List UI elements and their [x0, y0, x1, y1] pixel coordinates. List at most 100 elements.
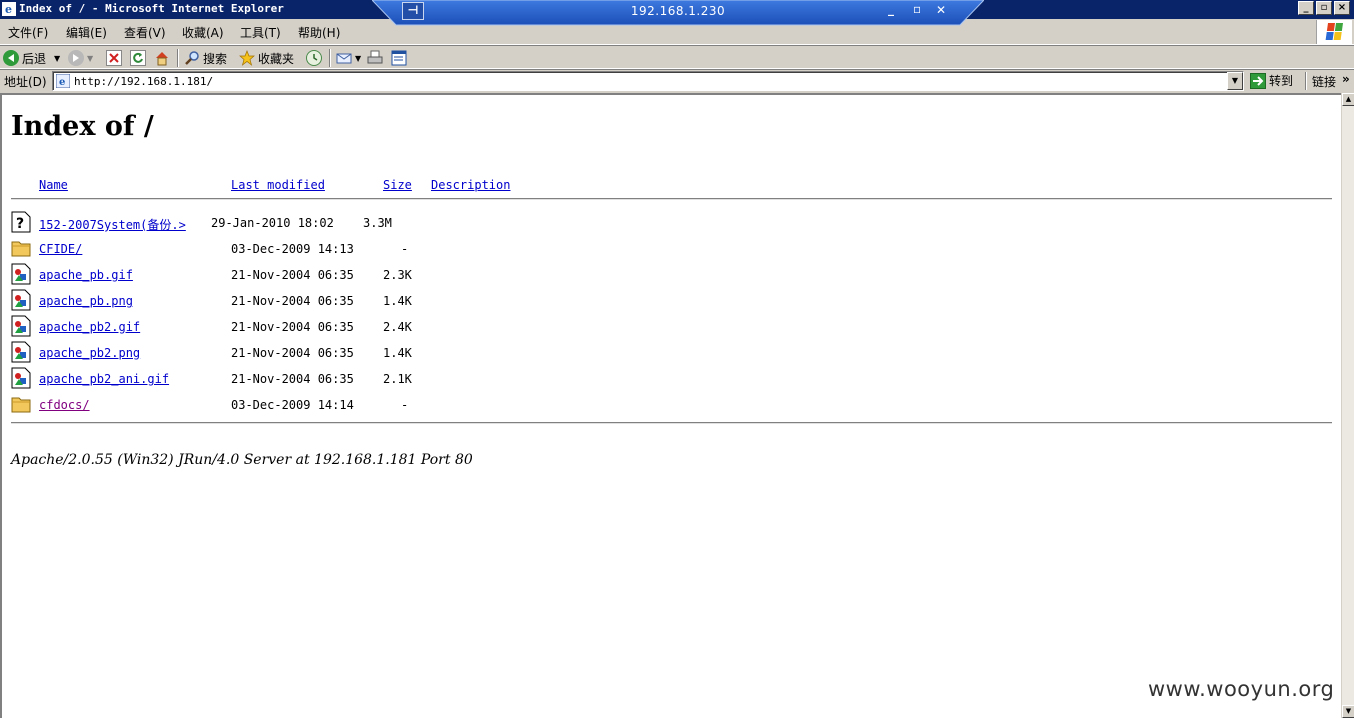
back-label: 后退 — [22, 51, 47, 66]
page-content: Index of / Name Last modified Size Descr… — [0, 93, 1341, 718]
file-link[interactable]: apache_pb.gif — [39, 268, 133, 282]
edit-button[interactable] — [391, 48, 410, 68]
mail-icon — [336, 50, 352, 66]
back-dropdown-icon[interactable]: ▼ — [54, 54, 60, 63]
rdp-close-button[interactable]: ✕ — [936, 3, 946, 17]
file-row: apache_pb2.png 21-Nov-2004 06:35 1.4K — [11, 341, 611, 372]
history-icon — [306, 50, 322, 66]
back-button[interactable]: 后退 ▼ — [3, 48, 60, 68]
file-size: 2.4K — [383, 320, 412, 334]
file-modified: 21-Nov-2004 06:35 — [231, 294, 354, 308]
favorites-button[interactable]: 收藏夹 — [239, 48, 294, 68]
file-modified: 21-Nov-2004 06:35 — [231, 320, 354, 334]
restore-button[interactable]: ▫ — [1316, 1, 1332, 15]
svg-text:?: ? — [16, 216, 24, 232]
file-row: apache_pb.gif 21-Nov-2004 06:35 2.3K — [11, 263, 611, 294]
address-field[interactable]: e http://192.168.1.181/ ▼ — [52, 71, 1244, 91]
address-separator — [1305, 72, 1307, 90]
folder-icon — [11, 393, 31, 415]
toolbar-separator — [177, 49, 179, 67]
file-row: ? 152-2007System(备份.> 29-Jan-2010 18:02 3.3… — [11, 211, 611, 242]
file-size: 2.1K — [383, 372, 412, 386]
watermark: www.wooyun.org — [1148, 677, 1335, 701]
ie-app-icon: e — [2, 2, 16, 16]
file-modified: 03-Dec-2009 14:14 — [231, 398, 354, 412]
page-icon: e — [56, 74, 70, 88]
links-more-button[interactable]: » — [1342, 72, 1350, 86]
vertical-scrollbar[interactable]: ▲ ▼ — [1341, 93, 1354, 718]
page-heading: Index of / — [11, 111, 154, 142]
menu-edit[interactable]: 编辑(E) — [66, 24, 107, 41]
history-button[interactable] — [306, 48, 325, 68]
go-arrow-icon — [1250, 72, 1266, 89]
file-row: apache_pb2.gif 21-Nov-2004 06:35 2.4K — [11, 315, 611, 346]
close-button[interactable]: × — [1334, 1, 1350, 15]
file-modified: 21-Nov-2004 06:35 — [231, 268, 354, 282]
windows-logo — [1316, 20, 1352, 44]
unknown-file-icon: ? — [11, 211, 31, 233]
toolbar-separator — [329, 49, 331, 67]
column-modified-link[interactable]: Last modified — [231, 178, 325, 192]
window-title: Index of / - Microsoft Internet Explorer — [19, 2, 284, 15]
file-link[interactable]: apache_pb2.gif — [39, 320, 140, 334]
mail-button[interactable]: ▼ — [336, 48, 361, 68]
file-link[interactable]: 152-2007System(备份.> — [39, 216, 186, 233]
image-file-icon — [11, 263, 31, 285]
column-size-link[interactable]: Size — [383, 178, 412, 192]
file-modified: 29-Jan-2010 18:02 — [211, 216, 334, 230]
go-button[interactable]: 转到 — [1250, 72, 1293, 89]
file-row: apache_pb2_ani.gif 21-Nov-2004 06:35 2.1K — [11, 367, 611, 398]
file-link[interactable]: cfdocs/ — [39, 398, 90, 412]
mail-dropdown-icon[interactable]: ▼ — [355, 54, 361, 63]
scroll-down-button[interactable]: ▼ — [1342, 705, 1354, 718]
edit-page-icon — [391, 50, 407, 66]
file-size: 1.4K — [383, 294, 412, 308]
file-row: CFIDE/03-Dec-2009 14:13 - — [11, 241, 611, 268]
address-dropdown-icon[interactable]: ▼ — [1227, 72, 1243, 90]
print-button[interactable] — [367, 48, 386, 68]
scroll-up-button[interactable]: ▲ — [1342, 93, 1354, 106]
menu-view[interactable]: 查看(V) — [124, 24, 166, 41]
svg-text:e: e — [59, 77, 65, 88]
forward-dropdown-icon[interactable]: ▼ — [87, 54, 93, 63]
file-size: 2.3K — [383, 268, 412, 282]
stop-icon — [106, 50, 122, 66]
image-file-icon — [11, 341, 31, 363]
links-button[interactable]: 链接 — [1312, 73, 1336, 90]
menu-tools[interactable]: 工具(T) — [240, 24, 281, 41]
search-icon — [184, 50, 200, 66]
address-label: 地址(D) — [4, 75, 47, 89]
file-link[interactable]: apache_pb2.png — [39, 346, 140, 360]
window-controls: _ ▫ × — [1296, 1, 1350, 15]
home-button[interactable] — [154, 48, 173, 68]
refresh-button[interactable] — [130, 48, 149, 68]
header-divider — [11, 198, 1332, 200]
file-size: 3.3M — [363, 216, 392, 230]
address-bar: 地址(D) e http://192.168.1.181/ ▼ 转到 链接 » — [0, 69, 1354, 92]
rdp-restore-button[interactable]: ▫ — [913, 2, 921, 16]
favorites-label: 收藏夹 — [258, 51, 295, 66]
forward-arrow-icon — [68, 50, 84, 66]
stop-button[interactable] — [106, 48, 125, 68]
minimize-button[interactable]: _ — [1298, 1, 1314, 15]
column-description-link[interactable]: Description — [431, 178, 510, 192]
forward-button[interactable]: ▼ — [68, 48, 93, 68]
file-row: cfdocs/03-Dec-2009 14:14 - — [11, 397, 611, 424]
column-name-link[interactable]: Name — [39, 178, 68, 192]
rdp-minimize-button[interactable]: _ — [888, 2, 894, 16]
standard-toolbar: 后退 ▼ ▼ 搜索 收藏夹 ▼ — [0, 45, 1354, 69]
address-url[interactable]: http://192.168.1.181/ — [74, 75, 213, 88]
menu-help[interactable]: 帮助(H) — [298, 24, 340, 41]
footer-divider — [11, 422, 1332, 424]
search-button[interactable]: 搜索 — [184, 48, 227, 68]
image-file-icon — [11, 367, 31, 389]
home-icon — [154, 50, 170, 66]
menu-file[interactable]: 文件(F) — [8, 24, 48, 41]
file-link[interactable]: apache_pb.png — [39, 294, 133, 308]
menu-favorites[interactable]: 收藏(A) — [182, 24, 224, 41]
favorites-star-icon — [239, 50, 255, 66]
file-link[interactable]: CFIDE/ — [39, 242, 82, 256]
file-link[interactable]: apache_pb2_ani.gif — [39, 372, 169, 386]
file-size: - — [401, 242, 409, 256]
back-arrow-icon — [3, 50, 19, 66]
